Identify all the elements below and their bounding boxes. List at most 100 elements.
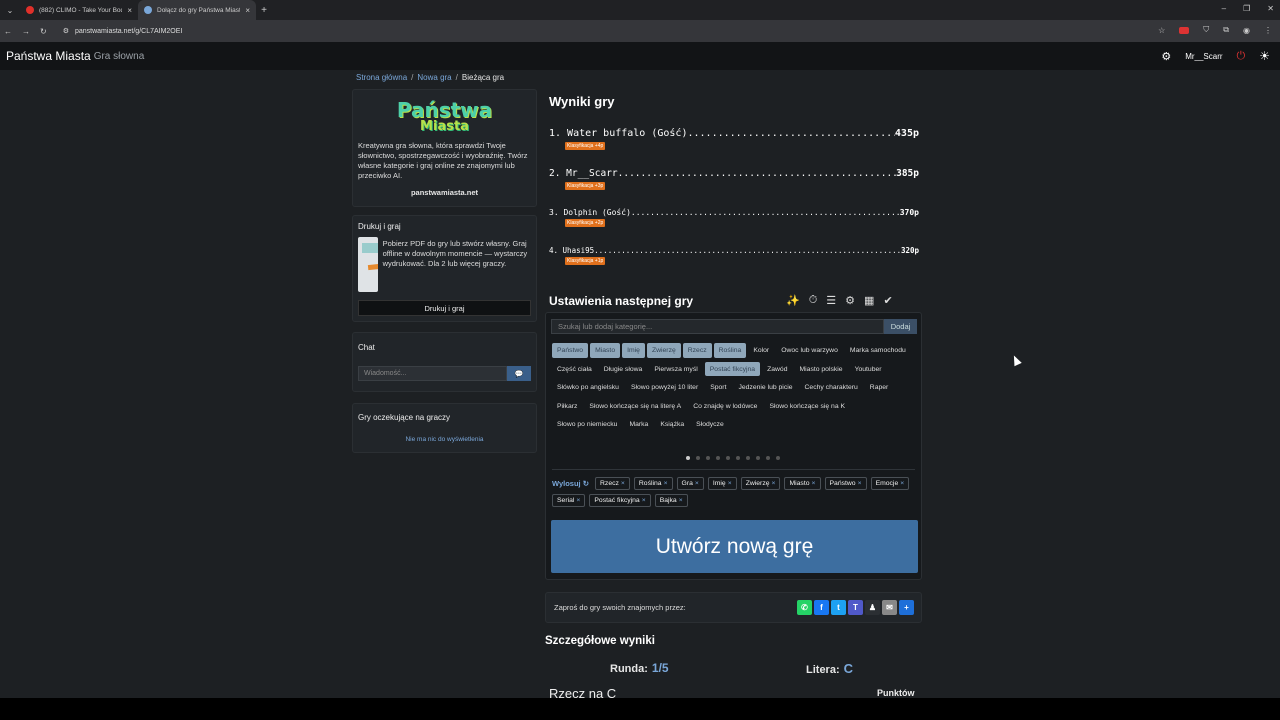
category-chip[interactable]: Słowo powyżej 10 liter — [626, 380, 703, 395]
pagination-dot[interactable] — [686, 456, 690, 460]
chat-message-input[interactable]: Wiadomość... — [358, 366, 507, 381]
category-chip[interactable]: Marka samochodu — [845, 343, 911, 358]
create-new-game-button[interactable]: Utwórz nową grę — [551, 520, 918, 573]
extension-icon[interactable] — [1179, 26, 1190, 34]
category-chip[interactable]: Słowo kończące się na literę A — [584, 399, 686, 414]
category-chip[interactable]: Pierwsza myśl — [649, 362, 702, 377]
remove-tag-icon[interactable]: × — [858, 480, 862, 487]
close-tab-icon[interactable]: × — [245, 6, 250, 15]
category-chip[interactable]: Słodycze — [691, 417, 729, 432]
tab-search-icon[interactable]: ⌄ — [0, 6, 20, 15]
email-icon[interactable]: ✉ — [882, 600, 897, 615]
category-chip[interactable]: Zawód — [762, 362, 792, 377]
facebook-icon[interactable]: f — [814, 600, 829, 615]
theme-toggle-sun-icon[interactable]: ☀ — [1259, 49, 1270, 63]
category-chip[interactable]: Zwierzę — [646, 343, 681, 358]
remove-tag-icon[interactable]: × — [695, 480, 699, 487]
share-icon[interactable]: + — [899, 600, 914, 615]
draw-random-button[interactable]: Wylosuj ↻ — [552, 479, 589, 488]
pagination-dot[interactable] — [746, 456, 750, 460]
users-settings-icon[interactable]: ⚙ — [845, 294, 855, 307]
category-chip[interactable]: Długie słowa — [599, 362, 648, 377]
category-chip[interactable]: Część ciała — [552, 362, 597, 377]
category-chip[interactable]: Słowo kończące się na K — [764, 399, 850, 414]
profile-icon[interactable]: ◉ — [1243, 26, 1250, 35]
extensions-puzzle-icon[interactable]: ⧉ — [1223, 25, 1229, 35]
pagination-dot[interactable] — [756, 456, 760, 460]
browser-tab-game[interactable]: Dołącz do gry Państwa Miasta × — [138, 0, 256, 20]
site-info-icon[interactable]: ⚙ — [63, 27, 69, 35]
sort-list-icon[interactable]: ☰ — [826, 294, 836, 307]
username-link[interactable]: Mr__Scarr — [1185, 52, 1222, 61]
remove-tag-icon[interactable]: × — [621, 480, 625, 487]
pagination-dot[interactable] — [776, 456, 780, 460]
category-chip[interactable]: Imię — [622, 343, 645, 358]
teams-icon[interactable]: T — [848, 600, 863, 615]
category-chip[interactable]: Postać fikcyjna — [704, 361, 761, 377]
category-chip[interactable]: Książka — [655, 417, 689, 432]
remove-tag-icon[interactable]: × — [772, 480, 776, 487]
category-chip[interactable]: Rzecz — [682, 343, 712, 358]
pagination-dot[interactable] — [716, 456, 720, 460]
restore-icon[interactable]: ❐ — [1243, 4, 1250, 13]
snapchat-icon[interactable]: ♟ — [865, 600, 880, 615]
pagination-dot[interactable] — [706, 456, 710, 460]
category-chip[interactable]: Piłkarz — [552, 399, 582, 414]
category-chip[interactable]: Youtuber — [850, 362, 887, 377]
pagination-dot[interactable] — [696, 456, 700, 460]
category-chip[interactable]: Słówko po angielsku — [552, 380, 624, 395]
logout-power-icon[interactable]: ⏻ — [1237, 50, 1246, 63]
pagination-dot[interactable] — [726, 456, 730, 460]
category-chip[interactable]: Kolor — [748, 343, 774, 358]
category-chip[interactable]: Słowo po niemiecku — [552, 417, 622, 432]
timer-icon[interactable]: ⏱ — [809, 294, 818, 307]
chat-send-button[interactable]: 💬 — [507, 366, 531, 381]
category-search-input[interactable]: Szukaj lub dodaj kategorię... — [551, 319, 884, 334]
print-thumbnail-image[interactable] — [358, 237, 378, 292]
category-chip[interactable]: Państwo — [552, 343, 589, 358]
category-chip[interactable]: Cechy charakteru — [800, 380, 863, 395]
close-window-icon[interactable]: ✕ — [1267, 4, 1274, 13]
remove-tag-icon[interactable]: × — [664, 480, 668, 487]
category-chip[interactable]: Marka — [624, 417, 653, 432]
new-tab-button[interactable]: + — [256, 5, 272, 16]
browser-menu-icon[interactable]: ⋮ — [1264, 26, 1272, 35]
pagination-dot[interactable] — [736, 456, 740, 460]
remove-tag-icon[interactable]: × — [812, 480, 816, 487]
breadcrumb-home-link[interactable]: Strona główna — [356, 73, 407, 82]
brand-title[interactable]: Państwa Miasta — [6, 49, 91, 63]
close-tab-icon[interactable]: × — [127, 6, 132, 15]
print-and-play-button[interactable]: Drukuj i graj — [358, 300, 531, 316]
category-chip[interactable]: Miasto — [590, 343, 621, 358]
twitter-icon[interactable]: t — [831, 600, 846, 615]
category-chip[interactable]: Sport — [705, 380, 731, 395]
category-chip[interactable]: Jedzenie lub picie — [733, 380, 797, 395]
remove-tag-icon[interactable]: × — [900, 480, 904, 487]
chosen-category-tag: Rzecz × — [595, 477, 630, 490]
category-chip[interactable]: Raper — [865, 380, 894, 395]
reload-icon[interactable]: ↻ — [40, 27, 47, 36]
browser-tab-youtube[interactable]: (882) CLIMO - Take Your Body × — [20, 0, 138, 20]
bookmark-star-icon[interactable]: ☆ — [1158, 26, 1165, 35]
add-category-button[interactable]: Dodaj — [884, 319, 917, 334]
category-chip[interactable]: Miasto polskie — [795, 362, 848, 377]
address-bar[interactable]: ⚙ panstwamiasta.net/g/CL7AIM2OEI — [57, 23, 183, 39]
user-check-icon[interactable]: ✔ — [883, 294, 892, 307]
remove-tag-icon[interactable]: × — [728, 480, 732, 487]
forward-icon[interactable]: → — [22, 27, 30, 36]
ai-sparkle-icon[interactable]: ✨ — [786, 294, 800, 307]
breadcrumb-new-game-link[interactable]: Nowa gra — [417, 73, 451, 82]
remove-tag-icon[interactable]: × — [576, 497, 580, 504]
category-chip[interactable]: Co znajdę w lodówce — [688, 399, 762, 414]
remove-tag-icon[interactable]: × — [679, 497, 683, 504]
pagination-dot[interactable] — [766, 456, 770, 460]
whatsapp-icon[interactable]: ✆ — [797, 600, 812, 615]
shield-extension-icon[interactable]: ⛉ — [1203, 25, 1209, 35]
category-chip[interactable]: Roślina — [713, 343, 747, 358]
calendar-icon[interactable]: ▦ — [864, 294, 874, 307]
minimize-icon[interactable]: – — [1222, 4, 1226, 13]
settings-gear-icon[interactable]: ⚙ — [1161, 50, 1171, 63]
back-icon[interactable]: ← — [4, 27, 12, 36]
category-chip[interactable]: Owoc lub warzywo — [776, 343, 843, 358]
remove-tag-icon[interactable]: × — [642, 497, 646, 504]
